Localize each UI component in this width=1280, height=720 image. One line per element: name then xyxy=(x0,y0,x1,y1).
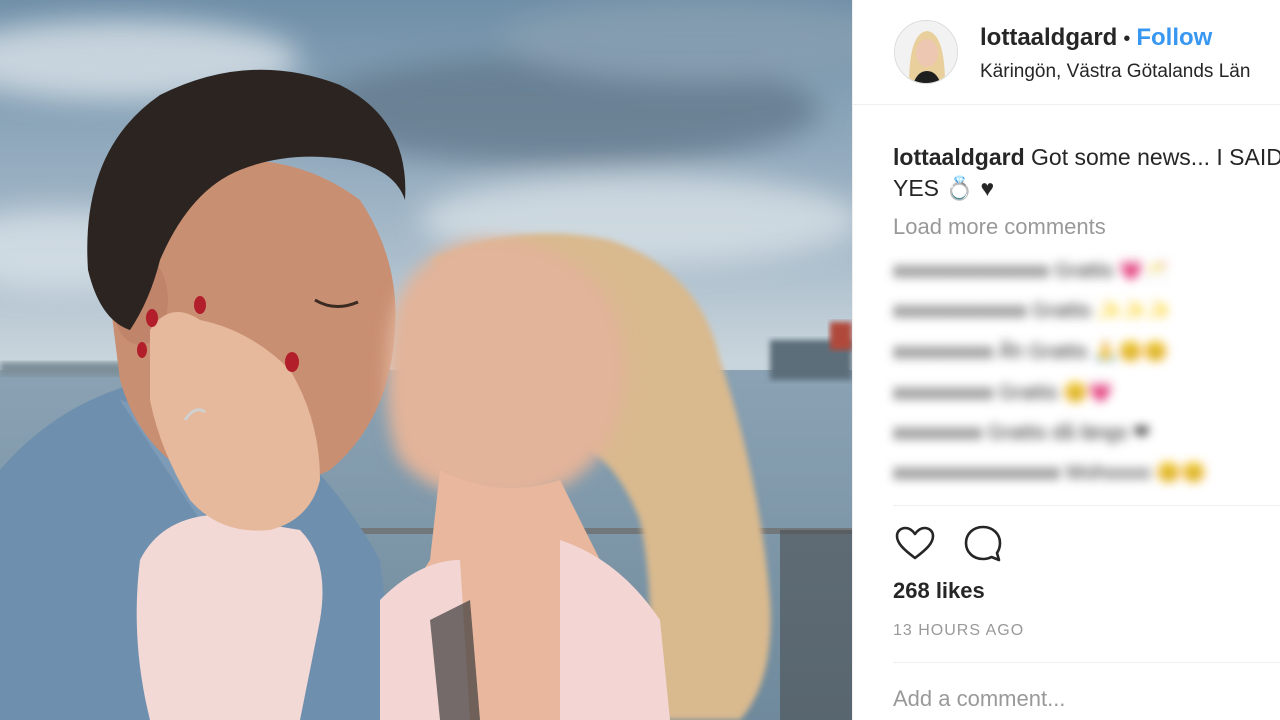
caption-username[interactable]: lottaaldgard xyxy=(893,144,1025,170)
follow-button[interactable]: Follow xyxy=(1136,24,1212,51)
post-photo[interactable] xyxy=(0,0,852,720)
blurred-comment: xxxxxxxxx Åh Grattis 🙏😊😊 xyxy=(893,339,1168,363)
comment-username: xxxxxxxx xyxy=(893,422,982,444)
divider xyxy=(893,505,1280,506)
caption-text-line1: Got some news... I SAID xyxy=(1031,144,1280,170)
comment-username: xxxxxxxxx xyxy=(893,382,994,404)
comment-text: Wohoooo 😊😊 xyxy=(1065,462,1207,484)
caption-text-line2: YES 💍 ♥ xyxy=(893,175,995,201)
avatar-image xyxy=(895,21,957,83)
comment-username: xxxxxxxxx xyxy=(893,341,994,363)
like-button[interactable] xyxy=(893,522,937,566)
blurred-comment: xxxxxxxxxxxxxxx Wohoooo 😊😊 xyxy=(893,460,1206,484)
comment-text: Grattis 😊💗 xyxy=(998,382,1113,404)
heart-outline-icon xyxy=(895,526,935,560)
username-link[interactable]: lottaaldgard xyxy=(980,24,1117,51)
add-comment-input[interactable]: Add a comment... xyxy=(893,686,1065,712)
divider xyxy=(893,662,1280,663)
comment-username: xxxxxxxxxxxxxxx xyxy=(893,462,1060,484)
load-more-comments-button[interactable]: Load more comments xyxy=(893,214,1106,240)
separator-dot: • xyxy=(1123,28,1131,50)
instagram-post-view: lottaaldgard • Follow Käringön, Västra Göt… xyxy=(0,0,1280,720)
post-caption: lottaaldgard Got some news... I SAID YES… xyxy=(893,142,1280,204)
comment-username: xxxxxxxxxxxx xyxy=(893,300,1027,322)
blurred-comment: xxxxxxxxxxxx Grattis ✨✨✨ xyxy=(893,298,1171,322)
username-row: lottaaldgard • Follow xyxy=(980,24,1212,52)
blurred-comment: xxxxxxxxxxxxxx Grattis 💗🥂 xyxy=(893,258,1169,282)
likes-count[interactable]: 268 likes xyxy=(893,578,985,604)
comment-text: Grattis ✨✨✨ xyxy=(1032,300,1172,322)
post-details-panel: lottaaldgard • Follow Käringön, Västra Göt… xyxy=(852,0,1280,720)
comment-username: xxxxxxxxxxxxxx xyxy=(893,260,1049,282)
post-timestamp[interactable]: 13 HOURS AGO xyxy=(893,622,1024,640)
post-header: lottaaldgard • Follow Käringön, Västra Göt… xyxy=(853,0,1280,105)
comment-text: Åh Grattis 🙏😊😊 xyxy=(998,341,1168,363)
comment-text: Grattis då längs ❤ xyxy=(987,422,1150,444)
comment-button[interactable] xyxy=(961,522,1005,566)
blurred-comment: xxxxxxxx Grattis då längs ❤ xyxy=(893,420,1150,444)
avatar[interactable] xyxy=(894,20,958,84)
blurred-comment: xxxxxxxxx Grattis 😊💗 xyxy=(893,380,1113,404)
comment-text: Grattis 💗🥂 xyxy=(1054,260,1169,282)
couple-kissing-photo xyxy=(0,0,852,720)
comment-bubble-icon xyxy=(964,525,1002,562)
location-link[interactable]: Käringön, Västra Götalands Län xyxy=(980,61,1250,83)
